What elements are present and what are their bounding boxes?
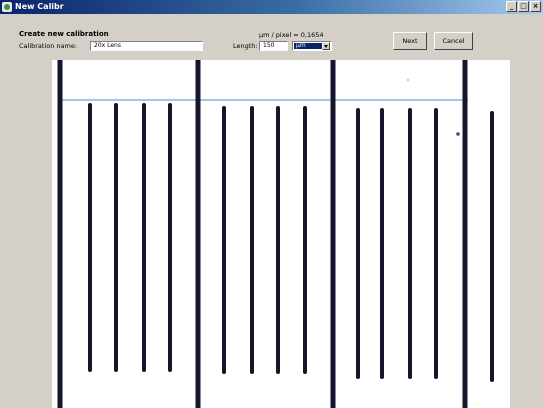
next-button[interactable]: Next	[393, 32, 427, 50]
calibration-image[interactable]	[52, 60, 510, 408]
speck	[407, 79, 409, 81]
minimize-button[interactable]: _	[506, 1, 517, 12]
title-bar: New Calibr _ □ ×	[0, 0, 543, 14]
section-title: Create new calibration	[19, 30, 109, 38]
unit-selected-value: µm	[294, 43, 322, 49]
calibration-name-input[interactable]: 20x Lens	[90, 41, 203, 51]
speck	[456, 132, 460, 136]
app-icon	[2, 2, 12, 12]
window-title: New Calibr	[15, 2, 64, 11]
close-button[interactable]: ×	[530, 1, 541, 12]
calibration-slide-svg	[57, 60, 494, 408]
unit-select[interactable]: µm	[292, 41, 332, 51]
window-controls: _ □ ×	[506, 1, 541, 12]
maximize-button[interactable]: □	[518, 1, 529, 12]
calibration-name-label: Calibration name:	[19, 42, 78, 50]
length-input[interactable]: 150	[259, 41, 288, 51]
length-label: Length:	[233, 42, 258, 50]
scale-readout: µm / pixel = 0,1654	[259, 31, 324, 39]
chevron-down-icon[interactable]	[322, 42, 330, 50]
cancel-button[interactable]: Cancel	[434, 32, 473, 50]
